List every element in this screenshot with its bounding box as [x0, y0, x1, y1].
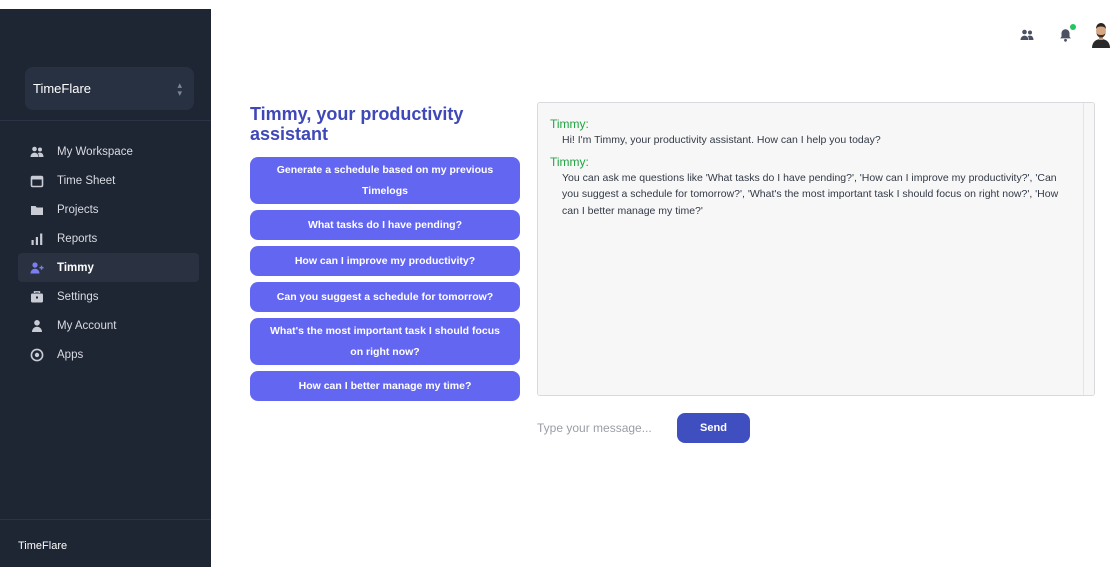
sidebar-divider: [0, 120, 211, 121]
sidebar-item-label: Settings: [57, 290, 99, 303]
sidebar-item-projects[interactable]: Projects: [18, 195, 199, 224]
sidebar-item-label: Reports: [57, 232, 98, 245]
notification-dot: [1070, 24, 1076, 30]
suggestion-button[interactable]: How can I better manage my time?: [250, 371, 520, 401]
apps-icon: [30, 348, 44, 362]
suggestion-button[interactable]: How can I improve my productivity?: [250, 246, 520, 276]
calendar-icon: [30, 174, 44, 188]
sidebar-item-label: My Account: [57, 319, 117, 332]
page: TimeFlare ▴ ▾ My Workspace Time Sheet Pr…: [0, 0, 1111, 567]
message-sender: Timmy:: [550, 117, 589, 131]
header-actions: [1019, 22, 1111, 48]
sidebar-footer-divider: [0, 519, 211, 520]
chat-message: Timmy: Hi! I'm Timmy, your productivity …: [550, 117, 1064, 149]
bell-icon[interactable]: [1057, 24, 1076, 43]
chat-scrollbar[interactable]: [1083, 103, 1094, 395]
chat-window[interactable]: Timmy: Hi! I'm Timmy, your productivity …: [537, 102, 1095, 396]
sidebar-item-label: My Workspace: [57, 145, 133, 158]
suggestion-button[interactable]: What tasks do I have pending?: [250, 210, 520, 240]
team-icon[interactable]: [1019, 27, 1035, 43]
sidebar-item-time-sheet[interactable]: Time Sheet: [18, 166, 199, 195]
briefcase-icon: [30, 290, 44, 304]
bar-chart-icon: [30, 232, 44, 246]
sidebar-item-my-account[interactable]: My Account: [18, 311, 199, 340]
message-text: Hi! I'm Timmy, your productivity assista…: [562, 134, 881, 146]
send-button[interactable]: Send: [677, 413, 750, 443]
sidebar: TimeFlare ▴ ▾ My Workspace Time Sheet Pr…: [0, 9, 211, 567]
sidebar-item-reports[interactable]: Reports: [18, 224, 199, 253]
chevron-updown-icon: ▴ ▾: [177, 79, 182, 98]
sidebar-item-label: Apps: [57, 348, 84, 361]
suggestion-list: Generate a schedule based on my previous…: [250, 157, 520, 407]
sidebar-item-settings[interactable]: Settings: [18, 282, 199, 311]
message-sender: Timmy:: [550, 154, 589, 169]
message-text: You can ask me questions like 'What task…: [562, 171, 1059, 217]
sidebar-item-label: Projects: [57, 203, 99, 216]
chat-message: Timmy: You can ask me questions like 'Wh…: [550, 155, 1064, 220]
org-switcher[interactable]: TimeFlare ▴ ▾: [25, 67, 194, 110]
sidebar-footer-brand: TimeFlare: [18, 540, 68, 552]
suggestion-button[interactable]: Generate a schedule based on my previous…: [250, 157, 520, 204]
user-plus-icon: [30, 261, 44, 275]
message-list: Timmy: Hi! I'm Timmy, your productivity …: [538, 103, 1094, 219]
sidebar-item-label: Timmy: [57, 261, 94, 274]
page-title: Timmy, your productivity assistant: [250, 104, 464, 144]
sidebar-item-my-workspace[interactable]: My Workspace: [18, 137, 199, 166]
folder-icon: [30, 203, 44, 217]
avatar[interactable]: [1091, 22, 1111, 48]
sidebar-item-apps[interactable]: Apps: [18, 340, 199, 369]
sidebar-item-label: Time Sheet: [57, 174, 116, 187]
message-composer: Send: [537, 413, 750, 443]
user-icon: [30, 319, 44, 333]
org-name: TimeFlare: [33, 81, 92, 96]
sidebar-item-timmy[interactable]: Timmy: [18, 253, 199, 282]
suggestion-button[interactable]: What's the most important task I should …: [250, 318, 520, 365]
message-input[interactable]: [537, 414, 672, 442]
sidebar-nav: My Workspace Time Sheet Projects Reports: [18, 137, 199, 369]
users-icon: [30, 145, 44, 159]
suggestion-button[interactable]: Can you suggest a schedule for tomorrow?: [250, 282, 520, 312]
